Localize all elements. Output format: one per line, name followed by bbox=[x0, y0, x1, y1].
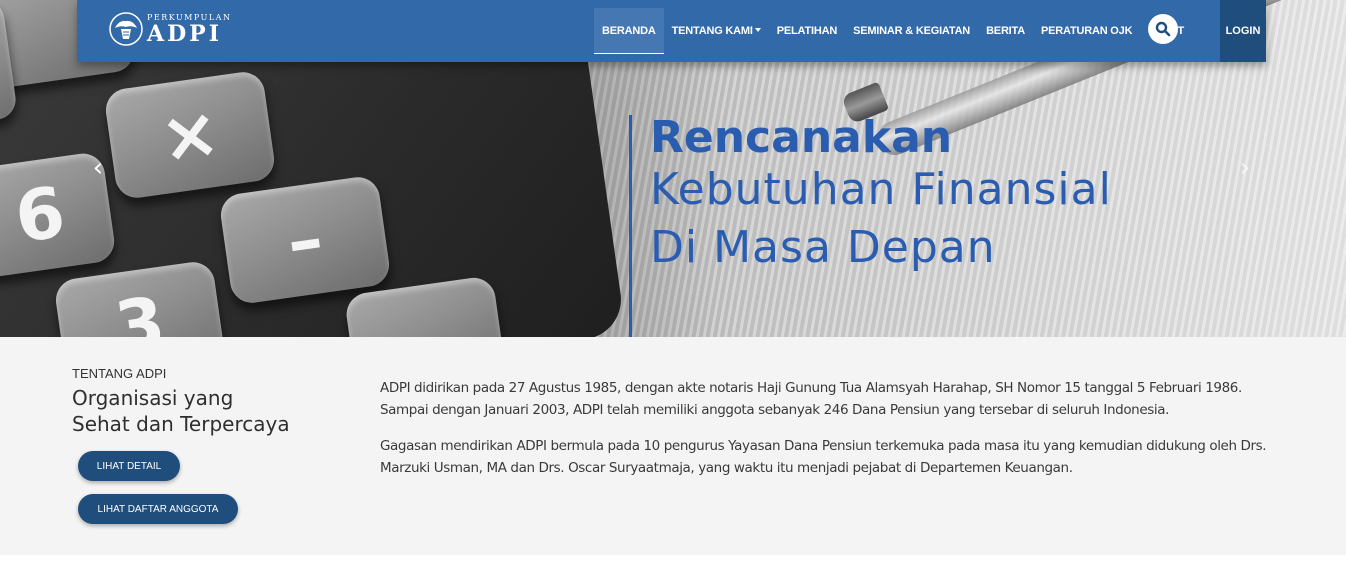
about-label: TENTANG ADPI bbox=[72, 366, 167, 381]
about-title-line2: Sehat dan Terpercaya bbox=[72, 412, 290, 436]
view-members-button[interactable]: LIHAT DAFTAR ANGGOTA bbox=[78, 494, 238, 524]
hero-slogan-line1: Rencanakan bbox=[650, 112, 953, 163]
calculator-key: – bbox=[218, 174, 392, 306]
about-section: TENTANG ADPI Organisasi yang Sehat dan T… bbox=[0, 337, 1346, 555]
nav-item-peraturan-ojk[interactable]: PERATURAN OJK bbox=[1033, 8, 1140, 54]
carousel-next-arrow[interactable]: › bbox=[1234, 155, 1256, 181]
about-paragraph-1: ADPI didirikan pada 27 Agustus 1985, den… bbox=[380, 380, 1242, 418]
site-logo[interactable]: PERKUMPULAN ADPI bbox=[109, 12, 231, 46]
nav-item-pelatihan[interactable]: PELATIHAN bbox=[769, 8, 845, 54]
hero-slogan-line3: Di Masa Depan bbox=[650, 222, 996, 273]
hero-slogan-line2: Kebutuhan Finansial bbox=[650, 164, 1112, 215]
view-detail-button[interactable]: LIHAT DETAIL bbox=[78, 451, 180, 481]
nav-item-berita[interactable]: BERITA bbox=[978, 8, 1033, 54]
logo-text: PERKUMPULAN ADPI bbox=[147, 13, 231, 45]
hero-slogan: Rencanakan Kebutuhan Finansial Di Masa D… bbox=[629, 115, 1112, 337]
search-icon bbox=[1155, 21, 1171, 37]
nav-item-tentang-kami[interactable]: TENTANG KAMI bbox=[664, 8, 769, 54]
about-title-line1: Organisasi yang bbox=[72, 386, 234, 410]
main-menu: BERANDA TENTANG KAMI PELATIHAN SEMINAR &… bbox=[594, 8, 1192, 54]
nav-item-tentang-kami-label: TENTANG KAMI bbox=[671, 25, 753, 37]
about-description: ADPI didirikan pada 27 Agustus 1985, den… bbox=[380, 377, 1290, 493]
nav-item-seminar-kegiatan[interactable]: SEMINAR & KEGIATAN bbox=[845, 8, 978, 54]
garuda-emblem-icon bbox=[109, 12, 143, 46]
logo-title: ADPI bbox=[147, 21, 222, 47]
caret-down-icon bbox=[754, 28, 761, 32]
about-title: Organisasi yang Sehat dan Terpercaya bbox=[72, 385, 312, 437]
login-button[interactable]: LOGIN bbox=[1220, 0, 1266, 62]
nav-item-beranda[interactable]: BERANDA bbox=[594, 8, 664, 54]
carousel-prev-arrow[interactable]: ‹ bbox=[87, 155, 109, 181]
calculator-key: × bbox=[103, 69, 277, 201]
search-button[interactable] bbox=[1148, 14, 1178, 44]
about-paragraph-2: Gagasan mendirikan ADPI bermula pada 10 … bbox=[380, 438, 1267, 476]
top-navbar: PERKUMPULAN ADPI BERANDA TENTANG KAMI PE… bbox=[77, 0, 1266, 62]
